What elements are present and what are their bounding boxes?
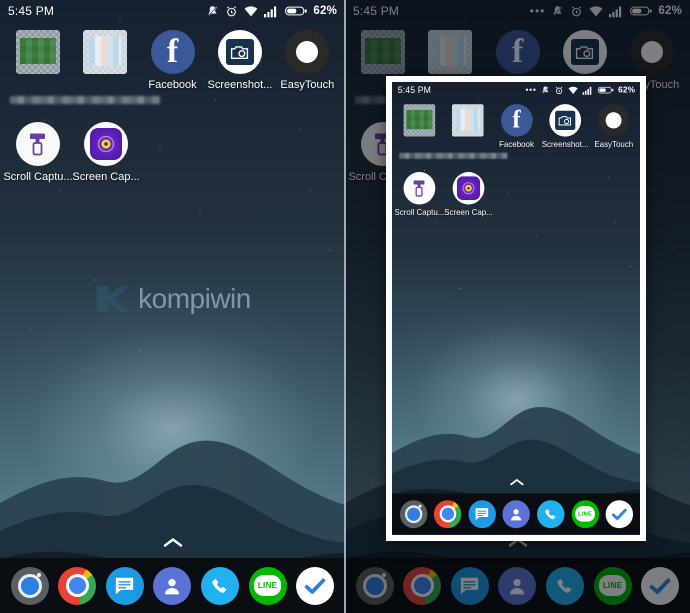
line-glyph: LINE <box>257 581 278 590</box>
signal-icon <box>264 6 277 17</box>
app-cell-censored-2[interactable] <box>71 24 138 91</box>
phone-icon[interactable] <box>537 499 565 528</box>
status-bar-mini: 5:45 PM ••• 62% <box>392 82 640 98</box>
facebook-icon[interactable]: f <box>150 30 195 74</box>
wifi-icon <box>244 5 258 16</box>
app-label-easytouch: EasyTouch <box>280 79 335 91</box>
app-cell-scroll-capture-mini[interactable]: Scroll Captu... <box>394 168 445 217</box>
app-grid: f Facebook Screenshot... EasyTouch Scrol… <box>0 24 345 183</box>
status-bar-time: 5:45 PM <box>8 4 55 18</box>
chrome-icon[interactable] <box>434 499 462 528</box>
easytouch-icon[interactable] <box>597 104 630 137</box>
app-label-screen-capture-mini: Screen Cap... <box>444 208 493 217</box>
battery-percent: 62% <box>313 5 337 17</box>
status-bar: 5:45 PM 62% <box>0 0 345 22</box>
app-row-2: Scroll Captu... Screen Cap... <box>3 116 341 183</box>
app-cell-screenshot[interactable]: Screenshot... <box>206 24 273 91</box>
status-bar-icons: 62% <box>206 5 337 18</box>
app-drawer-handle[interactable] <box>163 535 183 553</box>
vibrate-off-icon <box>208 5 218 16</box>
screenshot-app-icon[interactable] <box>217 30 262 74</box>
messages-icon[interactable] <box>468 499 496 528</box>
wifi-icon <box>568 86 579 94</box>
censored-green-app-icon[interactable] <box>15 30 60 74</box>
app-label-screenshot: Screenshot... <box>207 79 273 91</box>
chevron-up-icon[interactable] <box>163 537 183 548</box>
chevron-up-icon[interactable] <box>509 478 524 486</box>
app-cell-censored-1[interactable] <box>4 24 71 91</box>
app-cell-screenshot-mini[interactable]: Screenshot... <box>541 100 590 149</box>
easytouch-icon[interactable] <box>285 30 330 74</box>
line-icon[interactable]: LINE <box>571 499 599 528</box>
app-cell-facebook-mini[interactable]: f Facebook <box>492 100 541 149</box>
dock: LINE <box>0 558 345 613</box>
battery-percent-mini: 62% <box>618 85 636 95</box>
app-row-1: f Facebook Screenshot... EasyTouch <box>4 24 341 91</box>
app-label-scroll-capture: Scroll Captu... <box>3 171 73 183</box>
app-cell-censored-1-mini[interactable] <box>395 100 444 149</box>
screen-capture-icon[interactable] <box>84 122 128 166</box>
app-cell-screen-capture-mini[interactable]: Screen Cap... <box>444 168 493 217</box>
censored-blue-app-icon[interactable] <box>83 30 128 74</box>
left-phone-screen: 5:45 PM 62% f Facebook Screenshot... Eas… <box>0 0 345 613</box>
screenshot-stage: 5:45 PM 62% f Facebook Screenshot... Eas… <box>0 0 690 613</box>
censored-app-labels-mini <box>399 152 508 159</box>
battery-icon <box>285 6 308 16</box>
app-label-screen-capture: Screen Cap... <box>72 171 140 183</box>
app-grid-mini: f Facebook Screenshot... EasyTouch Scrol… <box>392 100 640 217</box>
app-cell-easytouch[interactable]: EasyTouch <box>274 24 341 91</box>
app-label-easytouch-mini: EasyTouch <box>594 140 634 150</box>
censored-blue-app-icon[interactable] <box>451 104 484 137</box>
app-label-screenshot-mini: Screenshot... <box>541 140 589 150</box>
status-bar-time-mini: 5:45 PM <box>397 84 432 96</box>
screenshot-preview-content: 5:45 PM ••• 62% f Facebook Screenshot...… <box>392 82 640 535</box>
scroll-capture-icon[interactable] <box>403 171 436 205</box>
app-cell-easytouch-mini[interactable]: EasyTouch <box>589 100 638 149</box>
app-cell-screen-capture[interactable]: Screen Cap... <box>72 116 140 183</box>
scroll-capture-icon[interactable] <box>16 122 60 166</box>
panel-divider <box>344 0 346 613</box>
line-icon[interactable]: LINE <box>248 566 287 605</box>
line-glyph: LINE <box>578 510 593 518</box>
chrome-icon[interactable] <box>58 566 97 605</box>
right-phone-screen: 5:45 PM ••• 62% f Facebook Screenshot...… <box>345 0 690 613</box>
camera-icon[interactable] <box>399 499 428 528</box>
messages-icon[interactable] <box>105 566 144 605</box>
checkmark-icon[interactable] <box>605 499 634 528</box>
censored-app-labels <box>10 96 160 104</box>
app-drawer-handle-mini[interactable] <box>509 477 524 490</box>
signal-icon <box>582 86 592 95</box>
contacts-icon[interactable] <box>153 566 192 605</box>
phone-icon[interactable] <box>201 566 240 605</box>
contacts-icon[interactable] <box>502 499 531 528</box>
checkmark-icon[interactable] <box>296 566 335 605</box>
app-cell-facebook[interactable]: f Facebook <box>139 24 206 91</box>
vibrate-off-icon <box>542 86 550 94</box>
alarm-icon <box>227 5 237 16</box>
dock-mini: LINE <box>392 493 640 535</box>
censored-green-app-icon[interactable] <box>403 104 436 137</box>
app-row-2-mini: Scroll Captu... Screen Cap... <box>394 168 638 217</box>
app-cell-censored-2-mini[interactable] <box>444 100 493 149</box>
battery-icon <box>598 86 614 94</box>
alarm-icon <box>556 86 563 94</box>
camera-icon[interactable] <box>10 566 49 605</box>
screenshot-preview-popup[interactable]: 5:45 PM ••• 62% f Facebook Screenshot...… <box>386 76 646 541</box>
app-label-facebook-mini: Facebook <box>499 140 534 150</box>
overflow-dots-icon: ••• <box>525 84 537 96</box>
app-label-scroll-capture-mini: Scroll Captu... <box>394 208 445 217</box>
facebook-icon[interactable]: f <box>500 104 533 137</box>
screenshot-app-icon[interactable] <box>549 104 582 137</box>
mini-home-screen: 5:45 PM ••• 62% f Facebook Screenshot...… <box>392 82 640 535</box>
app-row-1-mini: f Facebook Screenshot... EasyTouch <box>395 100 638 149</box>
status-bar-icons-mini: ••• 62% <box>525 85 635 95</box>
app-label-facebook: Facebook <box>148 79 197 91</box>
app-cell-scroll-capture[interactable]: Scroll Captu... <box>3 116 73 183</box>
screen-capture-icon[interactable] <box>452 171 485 205</box>
